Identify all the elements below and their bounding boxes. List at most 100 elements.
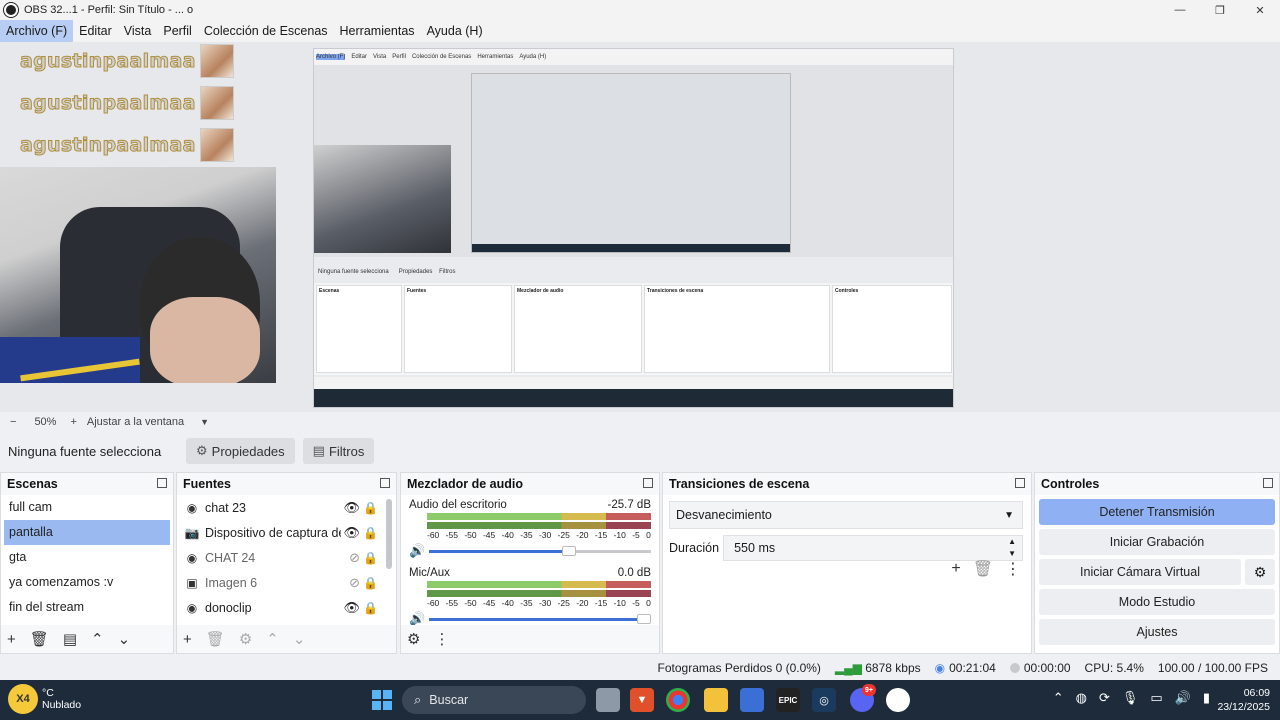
stop-stream-button[interactable]: Detener Transmisión bbox=[1039, 499, 1275, 525]
scene-item[interactable]: fin del stream bbox=[1, 595, 173, 620]
nested-sources-panel: Fuentes bbox=[404, 285, 512, 373]
search-icon: ⌕ bbox=[414, 692, 422, 707]
advanced-audio-icon[interactable]: ⚙ bbox=[407, 630, 420, 648]
trash-icon[interactable]: 🗑 bbox=[206, 630, 225, 648]
lock-icon[interactable]: 🔒 bbox=[363, 501, 378, 515]
add-icon[interactable]: + bbox=[183, 631, 192, 648]
transition-select[interactable]: Desvanecimiento ▼ bbox=[669, 501, 1023, 529]
steam-icon[interactable]: ◎ bbox=[812, 688, 836, 712]
gear-icon[interactable]: ⚙ bbox=[239, 630, 252, 648]
start-recording-button[interactable]: Iniciar Grabación bbox=[1039, 529, 1275, 555]
chevron-up-icon[interactable]: ⌃ bbox=[1053, 690, 1064, 706]
chat-avatar bbox=[199, 44, 234, 78]
speaker-icon[interactable]: 🔊 bbox=[409, 543, 425, 559]
add-icon[interactable]: + bbox=[7, 631, 16, 648]
undock-icon[interactable] bbox=[157, 478, 167, 488]
search-placeholder: Buscar bbox=[429, 693, 469, 707]
menu-file[interactable]: Archivo (F) bbox=[0, 20, 74, 42]
eye-icon[interactable]: 👁 bbox=[343, 500, 360, 516]
mic-icon[interactable]: 🎙 bbox=[1122, 690, 1139, 706]
menu-profile[interactable]: Perfil bbox=[157, 20, 197, 42]
scene-item[interactable]: ya comenzamos :v bbox=[1, 570, 173, 595]
scene-item[interactable]: gta bbox=[1, 545, 173, 570]
stream-preview[interactable]: agustinpaalmaa agustinpaalmaa agustinpaa… bbox=[0, 42, 1280, 412]
eye-off-icon[interactable]: ⊘ bbox=[349, 575, 360, 591]
chevron-down-icon[interactable]: ⌄ bbox=[118, 630, 131, 648]
lock-icon[interactable]: 🔒 bbox=[363, 551, 378, 565]
gear-icon[interactable]: ⚙ bbox=[1245, 559, 1275, 585]
filters-label: Filtros bbox=[328, 443, 365, 459]
title-bar: OBS 32...1 - Perfil: Sin Título - ... o … bbox=[0, 0, 1280, 20]
eye-icon[interactable]: 👁 bbox=[343, 525, 360, 541]
menu-edit[interactable]: Editar bbox=[73, 20, 118, 42]
maximize-button[interactable]: ❐ bbox=[1200, 0, 1240, 20]
weather-widget[interactable]: X4 °C Nublado bbox=[8, 684, 81, 714]
kebab-menu-icon[interactable]: ⋮ bbox=[434, 630, 449, 648]
taskbar-clock[interactable]: 06:09 23/12/2025 bbox=[1217, 686, 1270, 714]
live-icon: ◉ bbox=[934, 661, 946, 675]
zoom-in-button[interactable]: + bbox=[70, 416, 76, 428]
chevron-down-icon[interactable]: ▼ bbox=[200, 417, 209, 427]
fit-to-window[interactable]: Ajustar a la ventana bbox=[87, 416, 184, 428]
trash-icon[interactable]: 🗑 bbox=[973, 559, 993, 579]
undock-icon[interactable] bbox=[643, 478, 653, 488]
menu-help[interactable]: Ayuda (H) bbox=[421, 20, 489, 42]
lock-icon[interactable]: 🔒 bbox=[363, 526, 378, 540]
network-icon[interactable]: ▭ bbox=[1150, 690, 1162, 706]
start-virtual-cam-button[interactable]: Iniciar Cámara Virtual bbox=[1039, 559, 1241, 585]
close-button[interactable]: ✕ bbox=[1240, 0, 1280, 20]
obs-icon[interactable] bbox=[886, 688, 910, 712]
properties-button[interactable]: ⚙ Propiedades bbox=[186, 438, 295, 464]
controls-header: Controles bbox=[1035, 473, 1279, 495]
kebab-menu-icon[interactable]: ⋮ bbox=[1005, 559, 1021, 579]
lock-icon[interactable]: 🔒 bbox=[363, 576, 378, 590]
source-item[interactable]: ▣ Imagen 6 ⊘ 🔒 bbox=[177, 570, 396, 595]
brave-icon[interactable]: ▼ bbox=[630, 688, 654, 712]
store-icon[interactable] bbox=[740, 688, 764, 712]
eye-off-icon[interactable]: ⊘ bbox=[349, 550, 360, 566]
lock-icon[interactable]: 🔒 bbox=[363, 601, 378, 615]
undock-icon[interactable] bbox=[1263, 478, 1273, 488]
scene-item[interactable]: pantalla bbox=[4, 520, 170, 545]
menu-view[interactable]: Vista bbox=[118, 20, 158, 42]
battery-icon[interactable]: ▮ bbox=[1203, 690, 1210, 706]
windows-start-icon[interactable] bbox=[372, 690, 392, 710]
menu-tools[interactable]: Herramientas bbox=[334, 20, 421, 42]
volume-slider[interactable] bbox=[429, 613, 651, 625]
source-item[interactable]: ◉ chat 23 👁 🔒 bbox=[177, 495, 396, 520]
filters-button[interactable]: ▤ Filtros bbox=[302, 438, 375, 464]
sources-scrollbar[interactable] bbox=[386, 499, 392, 569]
minimize-button[interactable]: — bbox=[1160, 0, 1200, 20]
no-source-label: Ninguna fuente selecciona bbox=[8, 443, 162, 459]
chrome-icon[interactable] bbox=[666, 688, 690, 712]
chevron-up-icon[interactable]: ⌃ bbox=[91, 630, 104, 648]
zoom-out-button[interactable]: − bbox=[10, 416, 16, 428]
settings-button[interactable]: Ajustes bbox=[1039, 619, 1275, 645]
menu-scene-collection[interactable]: Colección de Escenas bbox=[198, 20, 334, 42]
chevron-down-icon[interactable]: ⌄ bbox=[293, 630, 306, 648]
source-item[interactable]: ◉ donoclip 👁 🔒 bbox=[177, 595, 396, 620]
volume-slider[interactable] bbox=[429, 545, 651, 557]
taskbar-search[interactable]: ⌕ Buscar bbox=[402, 686, 586, 714]
source-item[interactable]: ◉ CHAT 24 ⊘ 🔒 bbox=[177, 545, 396, 570]
epic-games-icon[interactable]: EPIC bbox=[776, 688, 800, 712]
undock-icon[interactable] bbox=[1015, 478, 1025, 488]
add-icon[interactable]: + bbox=[951, 560, 960, 578]
duration-input[interactable]: 550 ms ▲ ▼ bbox=[723, 535, 1023, 561]
spinner-icon[interactable]: ▲ ▼ bbox=[1008, 536, 1016, 560]
undock-icon[interactable] bbox=[380, 478, 390, 488]
task-view-icon[interactable] bbox=[596, 688, 620, 712]
filter-icon[interactable]: ▤ bbox=[63, 630, 77, 648]
scene-item[interactable]: full cam bbox=[1, 495, 173, 520]
eye-icon[interactable]: 👁 bbox=[343, 600, 360, 616]
chevron-up-icon[interactable]: ⌃ bbox=[266, 630, 279, 648]
volume-icon[interactable]: 🔊 bbox=[1175, 690, 1191, 706]
source-item[interactable]: 📷 Dispositivo de captura de v 👁 🔒 bbox=[177, 520, 396, 545]
discord-tray-icon[interactable]: ◍ bbox=[1076, 690, 1087, 706]
nested-menu-item: Vista bbox=[373, 54, 387, 60]
sync-icon[interactable]: ⟳ bbox=[1099, 690, 1110, 706]
folder-icon[interactable] bbox=[704, 688, 728, 712]
trash-icon[interactable]: 🗑 bbox=[30, 630, 49, 648]
chat-avatar bbox=[199, 128, 234, 162]
studio-mode-button[interactable]: Modo Estudio bbox=[1039, 589, 1275, 615]
